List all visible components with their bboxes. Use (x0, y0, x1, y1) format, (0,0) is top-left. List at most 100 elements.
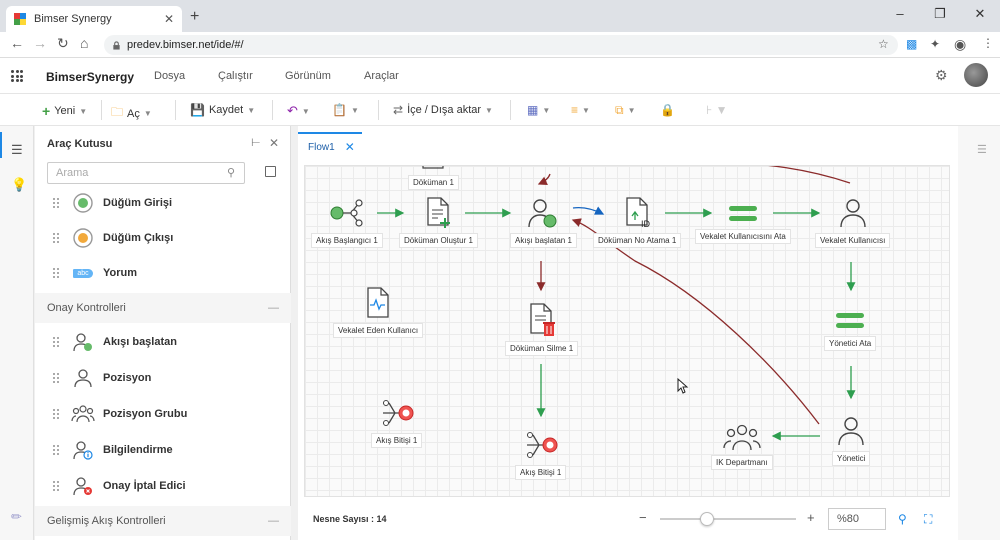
node-assign-proxy-user[interactable]: Vekalet Kullanıcısını Ata (695, 202, 791, 244)
toolbar-divider (175, 100, 176, 120)
align-button[interactable]: ≡ ▼ (571, 103, 590, 117)
settings-gear-icon[interactable]: ⚙ (935, 67, 948, 84)
toolbox-item-position-group[interactable]: Pozisyon Grubu (35, 397, 291, 431)
drag-handle-icon[interactable] (53, 233, 59, 243)
open-button[interactable]: 🗀 Aç ▼ (111, 103, 152, 124)
zoom-in-button[interactable]: + (807, 510, 815, 525)
drag-handle-icon[interactable] (53, 409, 59, 419)
node-proxy-user[interactable]: Vekalet Kullanıcısı (815, 196, 891, 248)
zoom-slider-thumb[interactable] (700, 512, 714, 526)
fullscreen-icon[interactable]: ⛶ (924, 512, 932, 527)
toolbox-item-label: Pozisyon Grubu (103, 408, 188, 420)
section-advanced-flow-controls[interactable]: Gelişmiş Akış Kontrolleri — (35, 506, 291, 536)
toolbox-item-notification[interactable]: Bilgilendirme (35, 433, 291, 467)
browser-menu-icon[interactable]: ⋮ (982, 36, 994, 50)
zoom-fit-icon[interactable]: ⚲ (898, 512, 907, 526)
chevron-down-icon: ▼ (627, 106, 636, 115)
close-panel-icon[interactable]: ✕ (269, 136, 279, 150)
home-icon[interactable]: ⌂ (80, 35, 88, 51)
rail-bottom-icon[interactable]: ✏ (11, 509, 22, 525)
back-icon[interactable]: ← (10, 35, 24, 51)
undo-button[interactable]: ↶ ▼ (287, 103, 310, 119)
forward-icon[interactable]: → (33, 35, 47, 51)
connector[interactable] (571, 218, 820, 425)
close-tab-icon[interactable]: ✕ (164, 12, 174, 26)
menu-gorunum[interactable]: Görünüm (285, 70, 331, 82)
translate-icon[interactable]: ▩ (906, 37, 917, 51)
node-label: Yönetici (832, 451, 871, 466)
document-id-icon: ID (626, 197, 651, 229)
new-tab-button[interactable]: + (190, 8, 199, 26)
toolbox-search-input[interactable] (47, 162, 245, 184)
profile-icon[interactable]: ◉ (954, 36, 966, 53)
open-label: Aç (127, 107, 140, 120)
node-delegating-user[interactable]: Vekalet Eden Kullanıcı (333, 286, 424, 338)
address-bar[interactable]: predev.bimser.net/ide/#/ (104, 35, 898, 55)
menu-araclar[interactable]: Araçlar (364, 70, 399, 82)
clipboard-icon: 📋 (332, 103, 347, 117)
node-flow-end-1[interactable]: Akış Bitişi 1 (371, 396, 423, 448)
import-export-button[interactable]: ⇄ İçe / Dışa aktar ▼ (393, 103, 493, 117)
paste-button[interactable]: 📋 ▼ (332, 103, 359, 117)
toolbox-item-node-entry[interactable]: Düğüm Girişi (35, 186, 291, 220)
lightbulb-icon[interactable]: 💡 (11, 177, 27, 193)
collapse-icon[interactable]: — (268, 302, 279, 314)
drag-handle-icon[interactable] (53, 337, 59, 347)
drag-handle-icon[interactable] (53, 445, 59, 455)
node-document-create[interactable]: Döküman Oluştur 1 (399, 196, 478, 248)
node-label: Akış Bitişi 1 (515, 465, 567, 480)
properties-panel-icon[interactable]: ☰ (977, 143, 987, 156)
menu-dosya[interactable]: Dosya (154, 70, 185, 82)
flow-canvas[interactable]: Akış Başlangıcı 1 Döküman 1 Döküman Oluş… (304, 165, 950, 497)
toolbox-item-position[interactable]: Pozisyon (35, 361, 291, 395)
collapse-icon[interactable]: — (268, 515, 279, 527)
new-button[interactable]: + Yeni ▼ (42, 103, 87, 119)
menu-calistir[interactable]: Çalıştır (218, 70, 253, 82)
node-assign-manager[interactable]: Yönetici Ata (824, 309, 877, 351)
pin-icon[interactable]: ⊢ (251, 136, 261, 149)
toolbox-item-initiator[interactable]: Akışı başlatan (35, 325, 291, 359)
node-label: Akış Bitişi 1 (371, 433, 423, 448)
user-avatar[interactable] (964, 63, 988, 87)
node-flow-initiator[interactable]: Akışı başlatan 1 (510, 196, 577, 248)
node-document-delete[interactable]: Döküman Silme 1 (505, 302, 579, 356)
new-label: Yeni (54, 105, 76, 117)
toolbox-item-node-exit[interactable]: Düğüm Çıkışı (35, 221, 291, 255)
node-flow-end-2[interactable]: Akış Bitişi 1 (515, 428, 567, 480)
app-name: BimserSynergy (46, 70, 135, 84)
browser-tab[interactable]: Bimser Synergy ✕ (6, 6, 182, 32)
extensions-icon[interactable]: ✦ (930, 37, 940, 51)
collapse-all-icon[interactable] (265, 166, 276, 177)
drag-handle-icon[interactable] (53, 481, 59, 491)
zoom-level-input[interactable] (828, 508, 886, 530)
app-launcher-icon[interactable] (11, 70, 23, 82)
minimize-icon[interactable]: – (880, 6, 920, 22)
grid-button[interactable]: ▦ ▼ (527, 103, 550, 117)
zoom-out-button[interactable]: − (639, 510, 647, 525)
node-hr-department[interactable]: IK Departmanı (711, 422, 773, 470)
drag-handle-icon[interactable] (53, 198, 59, 208)
section-approval-controls[interactable]: Onay Kontrolleri — (35, 293, 291, 323)
close-tab-icon[interactable]: ✕ (345, 140, 355, 154)
drag-handle-icon[interactable] (53, 268, 59, 278)
node-manager[interactable]: Yönetici (832, 414, 871, 466)
drag-handle-icon[interactable] (53, 373, 59, 383)
save-button[interactable]: 💾 Kaydet ▼ (190, 103, 255, 117)
connector[interactable] (725, 166, 851, 184)
node-flow-start[interactable]: Akış Başlangıcı 1 (311, 196, 383, 248)
node-document-top[interactable]: Döküman 1 (408, 166, 459, 190)
toolbox-sliders-icon[interactable]: ☰ (11, 142, 23, 158)
tab-flow1[interactable]: Flow1 ✕ (298, 132, 362, 160)
chevron-down-icon: ▼ (247, 105, 256, 115)
bimser-favicon-icon (14, 13, 26, 25)
bookmark-star-icon[interactable]: ☆ (878, 37, 889, 51)
connector[interactable] (537, 173, 551, 185)
toolbox-item-comment[interactable]: abc Yorum (35, 256, 291, 290)
node-document-number[interactable]: ID Döküman No Atama 1 (593, 196, 682, 248)
zoom-slider-track[interactable] (660, 518, 796, 520)
window-close-icon[interactable]: ✕ (960, 6, 1000, 22)
maximize-icon[interactable]: ❐ (920, 6, 960, 22)
toolbox-item-approval-canceller[interactable]: Onay İptal Edici (35, 469, 291, 503)
arrange-button[interactable]: ⧉ ▼ (615, 103, 636, 118)
reload-icon[interactable]: ↻ (57, 35, 69, 52)
